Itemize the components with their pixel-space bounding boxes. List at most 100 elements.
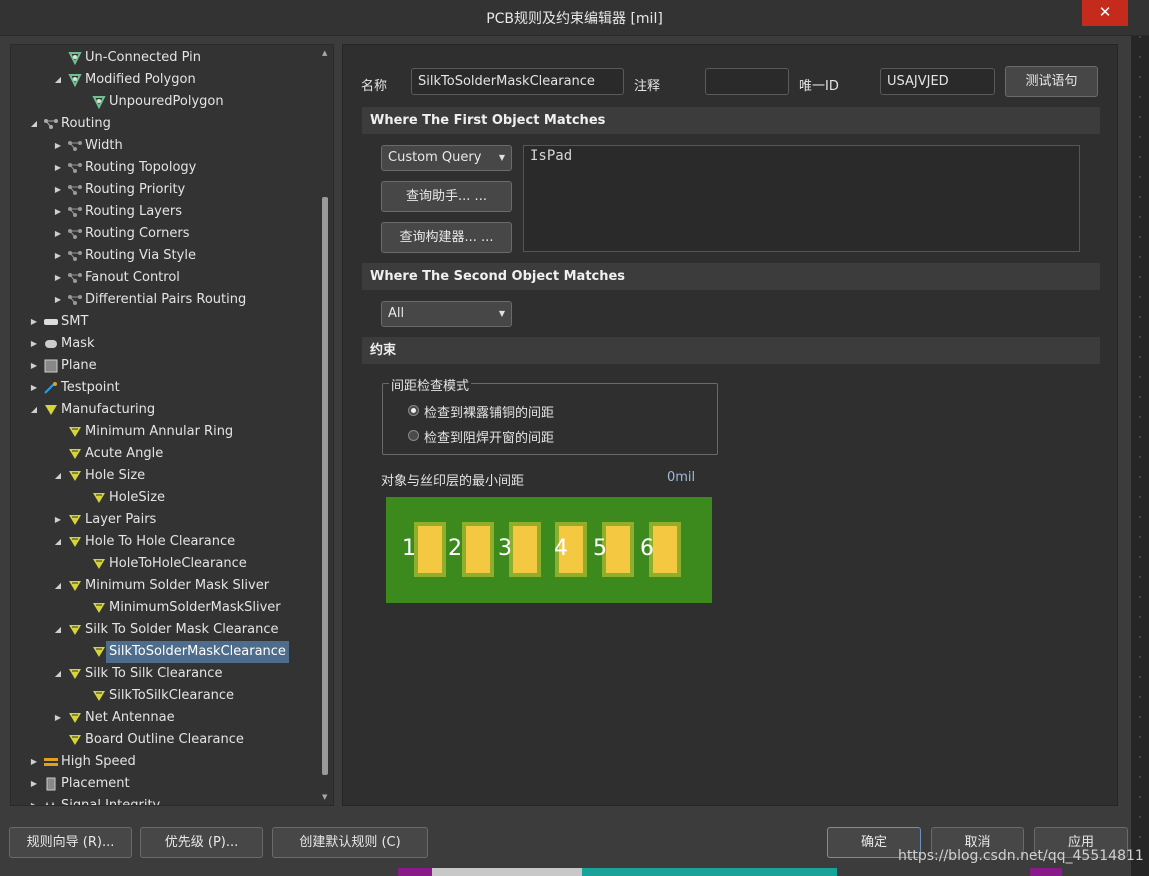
tree-scrollbar[interactable]: ▲ ▼ <box>318 45 333 805</box>
collapse-arrow-icon[interactable]: ◢ <box>29 113 39 135</box>
scrollbar-thumb[interactable] <box>322 197 328 775</box>
priorities-button[interactable]: 优先级 (P)... <box>140 827 263 858</box>
radio-exposed-copper-label[interactable]: 检查到裸露铺铜的间距 <box>424 402 554 421</box>
tree-item-label: Routing Topology <box>85 160 197 175</box>
pad <box>606 526 630 573</box>
radio-solder-mask-opening[interactable] <box>408 430 419 441</box>
tree-item[interactable]: MinimumSolderMaskSliver <box>11 597 311 619</box>
tree-item[interactable]: ▶ Placement <box>11 773 311 795</box>
radio-solder-mask-opening-label[interactable]: 检查到阻焊开窗的间距 <box>424 427 554 446</box>
expand-arrow-icon[interactable]: ▶ <box>53 267 63 289</box>
expand-arrow-icon[interactable]: ▶ <box>53 245 63 267</box>
expand-arrow-icon[interactable]: ▶ <box>53 223 63 245</box>
rule-editor-panel: 名称 SilkToSolderMaskClearance 注释 唯一ID USA… <box>342 44 1118 806</box>
query-text-area[interactable]: IsPad <box>523 145 1080 252</box>
tree-item[interactable]: ▶ High Speed <box>11 751 311 773</box>
high-speed-icon <box>43 755 59 769</box>
tree-item[interactable]: SilkToSilkClearance <box>11 685 311 707</box>
collapse-arrow-icon[interactable]: ◢ <box>29 399 39 421</box>
mask-icon <box>43 337 59 351</box>
tree-item-label: Un-Connected Pin <box>85 50 201 65</box>
tree-item[interactable]: ▶ SMT <box>11 311 311 333</box>
tree-item[interactable]: ◢ Modified Polygon <box>11 69 311 91</box>
collapse-arrow-icon[interactable]: ◢ <box>53 531 63 553</box>
tree-item-label: High Speed <box>61 754 136 769</box>
tree-item[interactable]: ◢ Hole To Hole Clearance <box>11 531 311 553</box>
expand-arrow-icon[interactable]: ▶ <box>53 135 63 157</box>
expand-arrow-icon[interactable]: ▶ <box>53 179 63 201</box>
tree-item[interactable]: ◢ Minimum Solder Mask Sliver <box>11 575 311 597</box>
placement-icon <box>43 777 59 791</box>
scroll-down-icon[interactable]: ▼ <box>322 793 327 801</box>
expand-arrow-icon[interactable]: ▶ <box>53 289 63 311</box>
tree-item[interactable]: ▶ Differential Pairs Routing <box>11 289 311 311</box>
tree-item[interactable]: ◢ Routing <box>11 113 311 135</box>
collapse-arrow-icon[interactable]: ◢ <box>53 69 63 91</box>
tree-item[interactable]: ▶ Width <box>11 135 311 157</box>
expand-arrow-icon[interactable]: ▶ <box>53 157 63 179</box>
background-strip-gray <box>432 868 582 876</box>
collapse-arrow-icon[interactable]: ◢ <box>53 575 63 597</box>
min-clearance-value[interactable]: 0mil <box>667 470 695 485</box>
expand-arrow-icon[interactable]: ▶ <box>29 333 39 355</box>
tree-item-label: Net Antennae <box>85 710 175 725</box>
first-object-query-select[interactable]: Custom Query ▼ <box>381 145 512 171</box>
routing-rule-icon <box>67 205 83 219</box>
expand-arrow-icon[interactable]: ▶ <box>29 773 39 795</box>
tree-item-label: Hole To Hole Clearance <box>85 534 236 549</box>
expand-arrow-icon[interactable]: ▶ <box>29 355 39 377</box>
comment-field[interactable] <box>705 68 789 95</box>
tree-item[interactable]: ▶ Plane <box>11 355 311 377</box>
expand-arrow-icon[interactable]: ▶ <box>53 707 63 729</box>
tree-item[interactable]: SilkToSolderMaskClearance <box>11 641 311 663</box>
tree-item[interactable]: Minimum Annular Ring <box>11 421 311 443</box>
query-helper-button[interactable]: 查询助手... ... <box>381 181 512 212</box>
tree-item[interactable]: ▶ Net Antennae <box>11 707 311 729</box>
expand-arrow-icon[interactable]: ▶ <box>53 201 63 223</box>
rule-name-field[interactable]: SilkToSolderMaskClearance <box>411 68 624 95</box>
background-strip-purple <box>398 868 432 876</box>
tree-item[interactable]: ▶ Fanout Control <box>11 267 311 289</box>
tree-item[interactable]: ▶ Signal Integrity <box>11 795 311 805</box>
tree-item[interactable]: Un-Connected Pin <box>11 47 311 69</box>
expand-arrow-icon[interactable]: ▶ <box>29 377 39 399</box>
tree-item[interactable]: HoleSize <box>11 487 311 509</box>
tree-item[interactable]: ▶ Routing Layers <box>11 201 311 223</box>
second-object-query-select[interactable]: All ▼ <box>381 301 512 327</box>
tree-item[interactable]: HoleToHoleClearance <box>11 553 311 575</box>
tree-item[interactable]: ▶ Routing Topology <box>11 157 311 179</box>
tree-item[interactable]: Board Outline Clearance <box>11 729 311 751</box>
rule-wizard-button[interactable]: 规则向导 (R)... <box>9 827 132 858</box>
expand-arrow-icon[interactable]: ▶ <box>29 751 39 773</box>
close-button[interactable]: ✕ <box>1082 0 1128 26</box>
create-default-rules-button[interactable]: 创建默认规则 (C) <box>272 827 428 858</box>
tree-item[interactable]: ◢ Manufacturing <box>11 399 311 421</box>
tree-item[interactable]: ▶ Routing Via Style <box>11 245 311 267</box>
expand-arrow-icon[interactable]: ▶ <box>53 509 63 531</box>
tree-item[interactable]: ▶ Testpoint <box>11 377 311 399</box>
tree-item[interactable]: UnpouredPolygon <box>11 91 311 113</box>
tree-item-label: UnpouredPolygon <box>109 94 224 109</box>
collapse-arrow-icon[interactable]: ◢ <box>53 663 63 685</box>
second-object-query-type: All <box>388 306 405 321</box>
scroll-up-icon[interactable]: ▲ <box>322 49 327 57</box>
expand-arrow-icon[interactable]: ▶ <box>29 795 39 805</box>
tree-item[interactable]: ◢ Silk To Silk Clearance <box>11 663 311 685</box>
tree-item[interactable]: ◢ Silk To Solder Mask Clearance <box>11 619 311 641</box>
tree-item-label: SMT <box>61 314 89 329</box>
tree-item[interactable]: ▶ Layer Pairs <box>11 509 311 531</box>
rule-tree-panel[interactable]: Un-Connected Pin ◢ Modified Polygon Unpoure… <box>10 44 334 806</box>
radio-exposed-copper[interactable] <box>408 405 419 416</box>
tree-item[interactable]: Acute Angle <box>11 443 311 465</box>
unique-id-field[interactable]: USAJVJED <box>880 68 995 95</box>
collapse-arrow-icon[interactable]: ◢ <box>53 619 63 641</box>
tree-item[interactable]: ▶ Routing Priority <box>11 179 311 201</box>
query-builder-button[interactable]: 查询构建器... ... <box>381 222 512 253</box>
tree-item[interactable]: ▶ Routing Corners <box>11 223 311 245</box>
expand-arrow-icon[interactable]: ▶ <box>29 311 39 333</box>
manufacturing-rule-icon <box>91 557 107 571</box>
tree-item[interactable]: ▶ Mask <box>11 333 311 355</box>
collapse-arrow-icon[interactable]: ◢ <box>53 465 63 487</box>
tree-item[interactable]: ◢ Hole Size <box>11 465 311 487</box>
test-query-button[interactable]: 测试语句 <box>1005 66 1098 97</box>
